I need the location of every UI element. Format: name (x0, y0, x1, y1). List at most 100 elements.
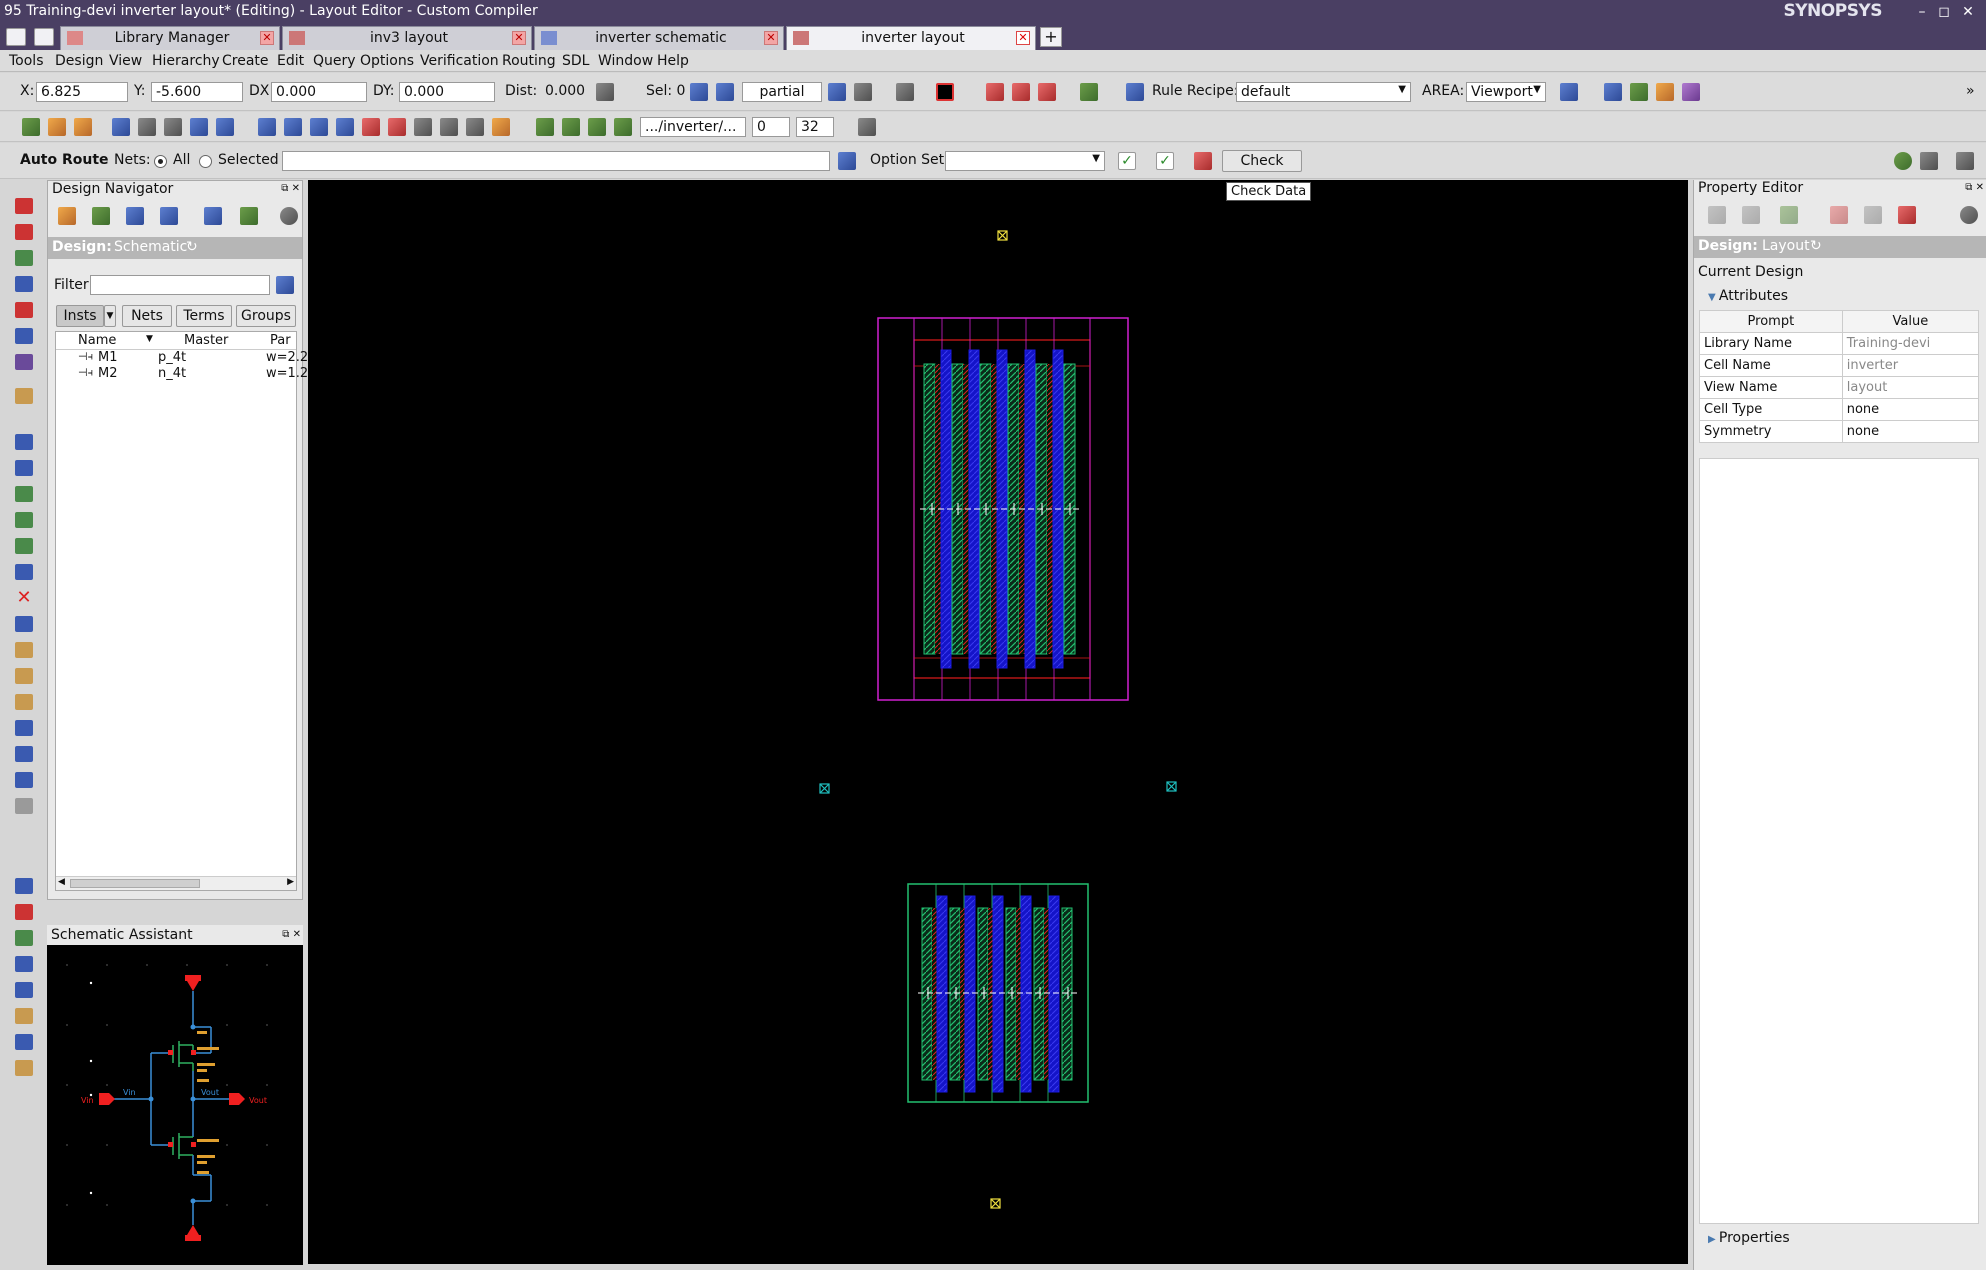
ruler-icon[interactable] (466, 118, 484, 136)
deselect-icon[interactable] (854, 83, 872, 101)
new-tab-button[interactable]: + (1040, 27, 1062, 47)
cross-probe-icon[interactable] (204, 207, 222, 225)
pin-marker-right[interactable] (1166, 781, 1177, 792)
nets-input[interactable] (282, 151, 830, 171)
x-field[interactable]: 6.825 (36, 82, 128, 102)
apply-props-icon[interactable] (1780, 206, 1798, 224)
edit-props-icon[interactable] (1830, 206, 1848, 224)
tool-icon-6[interactable] (15, 328, 33, 344)
hier-edit-icon[interactable] (614, 118, 632, 136)
tab-inverter-schematic[interactable]: inverter schematic ✕ (534, 26, 784, 50)
menu-sdl[interactable]: SDL (562, 53, 589, 69)
insts-dropdown[interactable]: ▼ (104, 305, 116, 327)
tab-inverter-layout[interactable]: inverter layout ✕ (786, 26, 1036, 50)
menu-hierarchy[interactable]: Hierarchy (152, 53, 220, 69)
grid-dots-icon[interactable] (858, 118, 876, 136)
tool-icon-28[interactable] (15, 982, 33, 998)
scroll-right-icon[interactable]: ▶ (287, 877, 294, 887)
layer-view-icon-2[interactable] (1630, 83, 1648, 101)
apply-icon[interactable]: ✓ (1118, 152, 1136, 170)
rule-settings-icon[interactable] (1126, 83, 1144, 101)
hier-up-icon[interactable] (562, 118, 580, 136)
layer-view-icon-3[interactable] (1656, 83, 1674, 101)
col-master[interactable]: Master (184, 333, 228, 348)
delete-icon[interactable]: ✕ (15, 589, 33, 607)
close-icon[interactable]: ✕ (512, 31, 526, 45)
col-name[interactable]: Name (78, 333, 116, 348)
panel-float-close-icons[interactable]: ⧉ ✕ (1965, 182, 1984, 193)
pan-icon[interactable] (414, 118, 432, 136)
close-window-icon[interactable]: ✕ (1958, 3, 1978, 21)
refresh-icon[interactable]: ↻ (1810, 238, 1822, 254)
tab-nets[interactable]: Nets (122, 305, 172, 327)
tool-icon-2[interactable] (15, 224, 33, 240)
menu-view[interactable]: View (109, 53, 142, 69)
all-radio[interactable] (154, 155, 167, 168)
menu-edit[interactable]: Edit (277, 53, 304, 69)
table-row[interactable]: View Name layout (1699, 376, 1980, 399)
tool-icon-17[interactable] (15, 642, 33, 658)
tool-icon-1[interactable] (15, 198, 33, 214)
descend-icon[interactable] (492, 118, 510, 136)
drc-icon[interactable] (986, 83, 1004, 101)
scroll-thumb[interactable] (70, 879, 200, 888)
library-view-icon[interactable] (58, 207, 76, 225)
table-row[interactable]: ⊣⫞ M2 n_4t w=1.2 (56, 366, 308, 382)
col-param[interactable]: Par (270, 333, 291, 348)
close-icon[interactable]: ✕ (1016, 31, 1030, 45)
panel-float-close-icons[interactable]: ⧉ ✕ (282, 929, 301, 940)
hier-down-icon[interactable] (536, 118, 554, 136)
restore-icon[interactable]: ◻ (1934, 3, 1954, 21)
menu-tools[interactable]: Tools (9, 53, 44, 69)
add-instance-icon[interactable] (240, 207, 258, 225)
highlight-props-icon[interactable] (1898, 206, 1916, 224)
menu-create[interactable]: Create (222, 53, 269, 69)
back-icon[interactable] (1708, 206, 1726, 224)
grid-icon[interactable] (34, 28, 54, 46)
area-settings-icon[interactable] (1560, 83, 1578, 101)
tab-groups[interactable]: Groups (236, 305, 296, 327)
value-cell[interactable]: layout (1841, 376, 1980, 399)
tool-icon-9[interactable] (15, 434, 33, 450)
schematic-preview[interactable]: Vin Vin Vout Vout (47, 945, 303, 1265)
pin-marker-left[interactable] (819, 783, 830, 794)
zoom-fit-icon[interactable] (258, 118, 276, 136)
tool-icon-12[interactable] (15, 512, 33, 528)
option-set-dropdown[interactable]: ▼ (945, 151, 1105, 171)
home-icon[interactable] (6, 28, 26, 46)
tool-icon-31[interactable] (15, 1060, 33, 1076)
menu-window[interactable]: Window (598, 53, 653, 69)
measure-icon[interactable] (596, 83, 614, 101)
filter-icon[interactable] (276, 276, 294, 294)
tool-icon-16[interactable] (15, 616, 33, 632)
dx-field[interactable]: 0.000 (271, 82, 367, 102)
area-dropdown[interactable]: Viewport ▼ (1466, 82, 1546, 102)
check-button[interactable]: Check (1222, 150, 1302, 172)
tab-insts[interactable]: Insts (56, 305, 104, 327)
scroll-left-icon[interactable]: ◀ (58, 877, 65, 887)
tool-icon-22[interactable] (15, 772, 33, 788)
net-highlight-icon[interactable] (126, 207, 144, 225)
menu-query[interactable]: Query (313, 53, 356, 69)
menu-design[interactable]: Design (55, 53, 103, 69)
pick-nets-icon[interactable] (838, 152, 856, 170)
table-row[interactable]: Cell Type none (1699, 398, 1980, 421)
properties-toggle[interactable]: ▶ Properties (1708, 1230, 1790, 1246)
tool-icon-26[interactable] (15, 930, 33, 946)
forward-icon[interactable] (1742, 206, 1760, 224)
y-field[interactable]: -5.600 (151, 82, 243, 102)
minimize-icon[interactable]: – (1912, 3, 1932, 21)
panel-float-close-icons[interactable]: ⧉ ✕ (281, 183, 300, 194)
menu-verification[interactable]: Verification (420, 53, 499, 69)
zoom-in-icon[interactable] (310, 118, 328, 136)
layer-color-icon[interactable] (936, 83, 954, 101)
value-cell[interactable]: inverter (1841, 354, 1980, 377)
select-icon[interactable] (690, 83, 708, 101)
zoom-select-icon[interactable] (362, 118, 380, 136)
tool-icon-7[interactable] (15, 354, 33, 370)
table-row[interactable]: Cell Name inverter (1699, 354, 1980, 377)
tool-icon-29[interactable] (15, 1008, 33, 1024)
tool-icon-10[interactable] (15, 460, 33, 476)
more-options-icon[interactable] (280, 207, 298, 225)
close-icon[interactable]: ✕ (764, 31, 778, 45)
